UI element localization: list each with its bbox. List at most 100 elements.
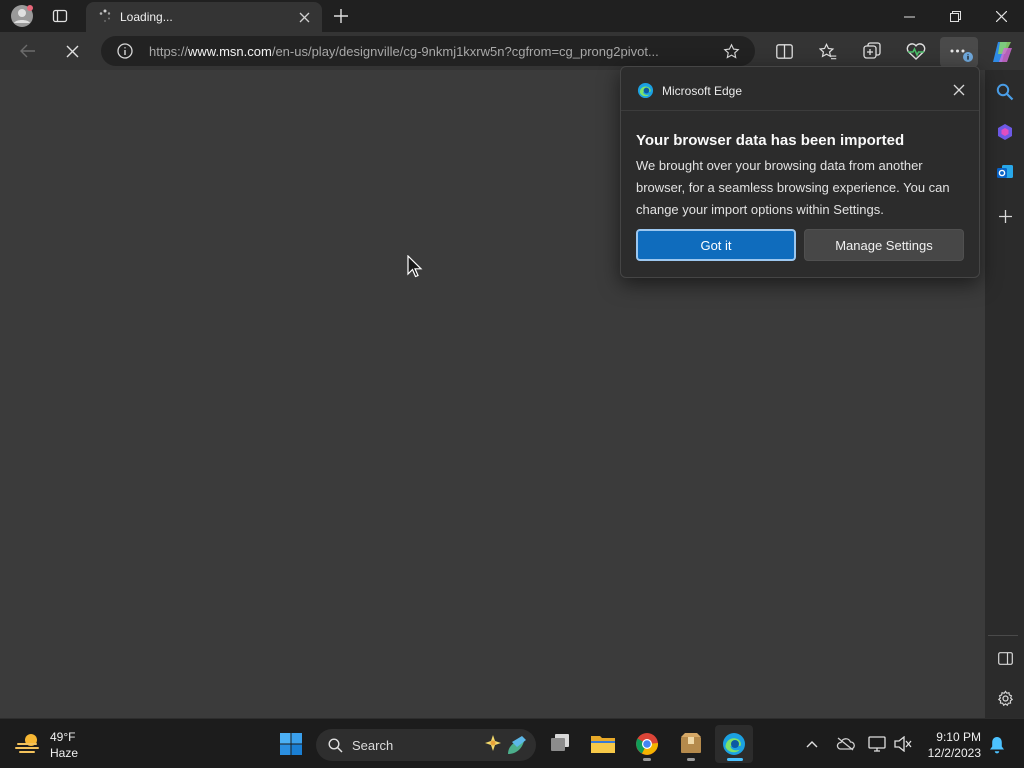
copilot-icon [993,42,1012,62]
favorites-icon [819,42,837,59]
edge-icon [723,733,745,755]
taskbar-app-task-view[interactable] [541,725,579,763]
tab-actions-icon [52,9,68,23]
sidebar-add-button[interactable] [991,202,1019,230]
haze-weather-icon [15,734,39,753]
sidebar-search-button[interactable] [991,78,1019,106]
popup-header: Microsoft Edge [621,67,979,111]
manage-settings-button[interactable]: Manage Settings [804,229,964,261]
search-highlight-icon [485,735,526,754]
star-icon [722,42,740,59]
stop-loading-button[interactable] [60,40,84,62]
notifications-button[interactable] [986,734,1008,756]
mouse-cursor-icon [407,255,423,278]
close-icon [299,12,309,22]
favorite-star-button[interactable] [721,42,741,60]
info-icon [117,43,133,59]
url-path: /en-us/play/designville/cg-9nkmj1kxrw5n?… [271,44,659,59]
arrow-left-icon [20,44,35,58]
search-icon [996,83,1014,101]
restore-button[interactable] [941,6,969,26]
address-bar[interactable]: https://www.msn.com/en-us/play/designvil… [101,36,755,66]
popup-title: Your browser data has been imported [636,132,905,149]
new-tab-button[interactable] [330,6,352,26]
site-info-button[interactable] [116,43,134,59]
popup-body-text: We brought over your browsing data from … [636,158,950,217]
url-domain: www.msn.com [188,44,272,59]
weather-text: 49°F Haze [50,729,78,761]
sidebar-designer-button[interactable] [991,118,1019,146]
title-bar: Loading... [0,0,1024,32]
package-icon [681,733,701,753]
taskbar-app-edge[interactable] [715,725,753,763]
popup-app-name: Microsoft Edge [662,84,743,98]
split-screen-button[interactable] [773,41,795,61]
copilot-button[interactable] [988,38,1016,66]
url-text[interactable]: https://www.msn.com/en-us/play/designvil… [149,44,714,59]
search-icon [328,738,343,753]
show-hidden-icons-button[interactable] [802,734,822,754]
profile-icon [11,5,33,27]
favorites-button[interactable] [817,41,839,61]
tab-title: Loading... [120,10,173,24]
loading-spinner-icon [99,9,111,22]
popup-close-button[interactable] [949,80,969,100]
edge-logo-icon [637,82,653,98]
edge-sidebar [985,70,1024,718]
taskbar-search-box[interactable]: Search [316,729,536,761]
bell-icon [990,737,1004,754]
url-prefix: https:// [149,44,189,59]
tab-active[interactable]: Loading... [86,2,322,32]
task-view-icon [551,734,569,751]
network-monitor-icon [868,736,886,752]
restore-icon [949,10,961,22]
plus-icon [334,9,348,23]
profile-avatar[interactable] [9,4,35,28]
windows-logo-icon [280,733,302,755]
tab-close-button[interactable] [296,9,312,25]
got-it-button[interactable]: Got it [636,229,796,261]
clock[interactable]: 9:10 PM 12/2/2023 [928,729,981,761]
running-indicator [643,758,651,761]
taskbar-app-file-explorer[interactable] [584,725,622,763]
stop-icon [66,45,78,57]
network-tray-button[interactable] [866,734,888,754]
onedrive-tray-button[interactable] [834,734,856,754]
hide-sidebar-button[interactable] [991,644,1019,672]
taskbar-app-chrome[interactable] [628,725,666,763]
sidebar-toggle-icon [997,651,1013,665]
more-dots-icon [950,49,973,62]
sidebar-divider [988,635,1018,636]
sidebar-outlook-button[interactable] [991,158,1019,186]
close-icon [995,10,1007,22]
weather-condition: Haze [50,746,79,760]
start-button[interactable] [276,729,306,759]
clock-date: 12/2/2023 [927,746,981,760]
taskbar-app-package[interactable] [672,725,710,763]
heart-pulse-icon [906,42,926,60]
cloud-offline-icon [836,737,855,751]
search-placeholder: Search [352,738,394,753]
plus-icon [998,209,1012,223]
collections-icon [863,42,881,59]
folder-icon [591,736,615,753]
split-screen-icon [775,43,793,59]
chevron-up-icon [806,741,818,748]
outlook-icon [997,165,1013,178]
minimize-icon [903,16,915,17]
designer-icon [998,124,1012,140]
close-window-button[interactable] [987,6,1015,26]
gear-icon [997,689,1013,706]
running-indicator [687,758,695,761]
collections-button[interactable] [861,41,883,61]
minimize-button[interactable] [895,6,923,26]
volume-tray-button[interactable] [892,734,914,754]
settings-and-more-button[interactable] [940,37,978,67]
weather-temp: 49°F [50,730,76,744]
browser-essentials-button[interactable] [904,41,928,61]
tab-actions-button[interactable] [48,6,72,26]
back-button[interactable] [16,40,40,62]
clock-time: 9:10 PM [936,730,981,744]
volume-muted-icon [894,736,912,752]
sidebar-settings-button[interactable] [991,684,1019,712]
